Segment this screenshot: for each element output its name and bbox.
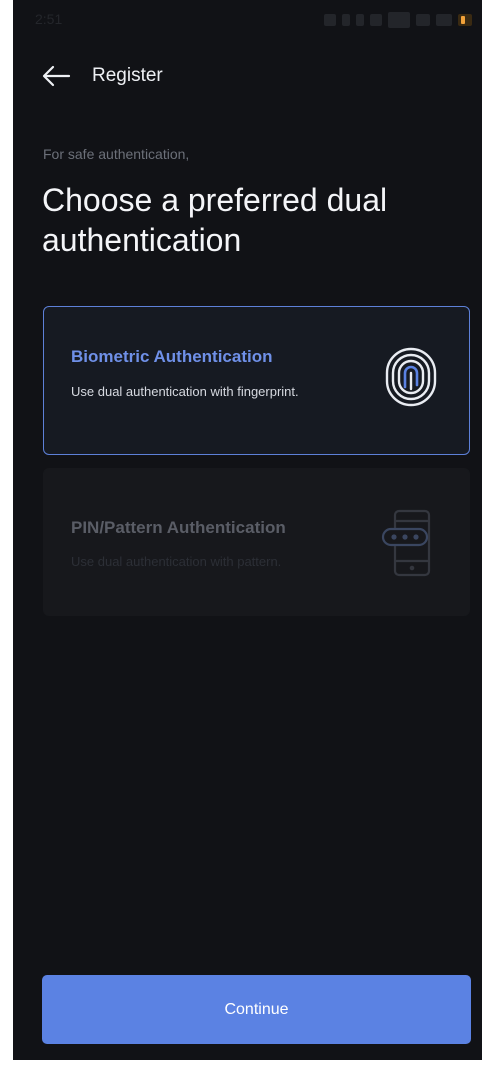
notification-icon [324,14,336,26]
status-icons [324,12,472,28]
data-speed-icon [388,12,410,28]
status-bar: 2:51 [13,0,482,40]
header: Register [13,58,482,94]
option-pin-pattern-authentication[interactable]: PIN/Pattern Authentication Use dual auth… [43,468,470,616]
signal-icon-2 [436,14,452,26]
page-title: Register [92,65,163,86]
wifi-icon [370,14,382,26]
fingerprint-icon [385,347,437,407]
intro-heading: Choose a preferred dual authentication [42,182,388,258]
signal-icon [416,14,430,26]
bluetooth-icon [342,14,350,26]
status-time: 2:51 [35,11,63,27]
phone-pin-icon [381,509,431,577]
option-description: Use dual authentication with fingerprint… [71,384,299,399]
battery-icon [458,14,472,26]
option-title: PIN/Pattern Authentication [71,518,286,537]
continue-button[interactable]: Continue [42,975,471,1044]
app-screen: 2:51 Register For safe authentication, C… [13,0,482,1060]
option-biometric-authentication[interactable]: Biometric Authentication Use dual authen… [43,306,470,455]
option-description: Use dual authentication with pattern. [71,554,282,569]
intro-subtitle: For safe authentication, [43,146,190,162]
arrow-left-icon[interactable] [41,64,73,88]
alarm-icon [356,14,364,26]
option-title: Biometric Authentication [71,347,273,366]
